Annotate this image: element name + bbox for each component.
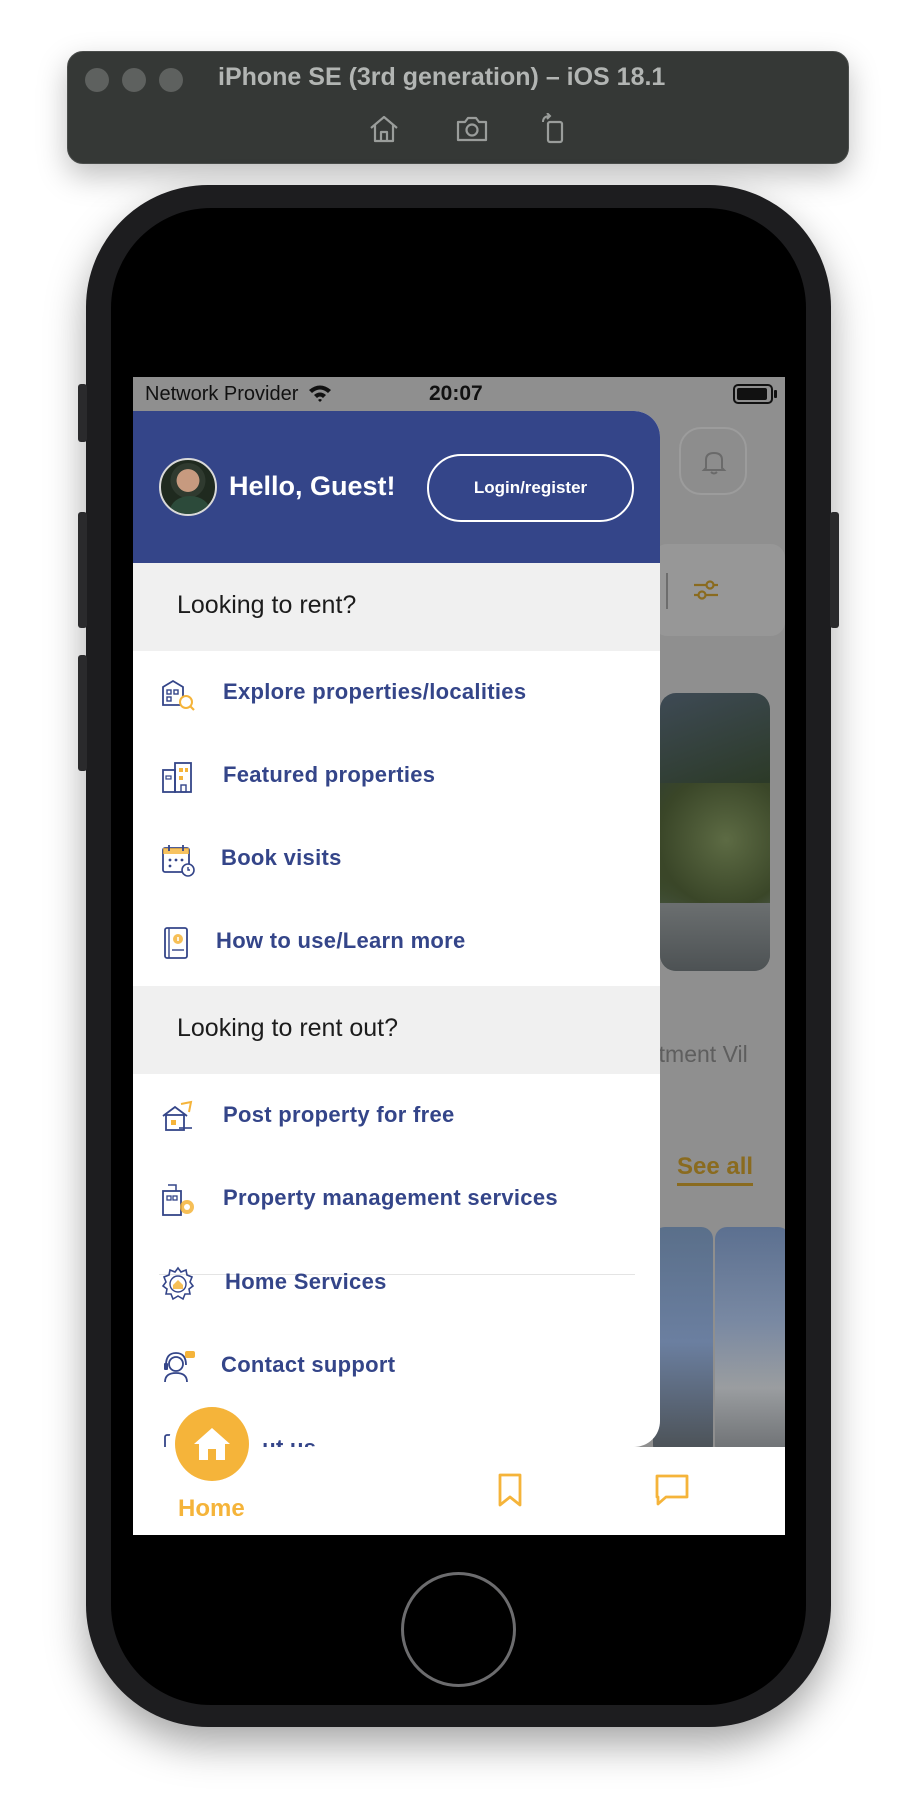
featured-property-image[interactable] [660, 693, 770, 971]
section-header-rent: Looking to rent? [133, 563, 660, 651]
volume-up-button [78, 512, 87, 628]
simulator-title: iPhone SE (3rd generation) – iOS 18.1 [218, 63, 666, 91]
rotate-icon[interactable] [538, 113, 572, 145]
bookmark-icon[interactable] [491, 1471, 529, 1509]
drawer-header: Hello, Guest! Login/register [133, 411, 660, 563]
menu-item-featured-properties[interactable]: Featured properties [133, 734, 660, 817]
menu-item-property-management[interactable]: Property management services [133, 1157, 660, 1240]
greeting-text: Hello, Guest! [229, 471, 396, 501]
menu-item-label: Post property for free [223, 1102, 455, 1127]
bell-icon [701, 451, 727, 475]
volume-down-button [78, 655, 87, 771]
section-title: Looking to rent? [177, 591, 357, 619]
search-divider [666, 573, 668, 609]
section-header-rent-out: Looking to rent out? [133, 986, 660, 1074]
property-management-icon [162, 1184, 194, 1216]
root: iPhone SE (3rd generation) – iOS 18.1 Ne… [0, 0, 916, 1812]
see-all-link[interactable]: See all [677, 1153, 754, 1186]
menu-item-label: Featured properties [223, 762, 436, 787]
menu-item-label: Contact support [221, 1352, 396, 1377]
window-minimize-dot[interactable] [122, 68, 146, 92]
property-search-icon [162, 679, 195, 711]
menu-item-label: Book visits [221, 845, 342, 870]
app-screen: Network Provider 20:07 rtment Vil See al… [133, 377, 785, 1535]
mute-switch [78, 384, 87, 442]
menu-item-label: Explore properties/localities [223, 679, 527, 704]
window-close-dot[interactable] [85, 68, 109, 92]
status-time: 20:07 [429, 382, 483, 405]
menu-item-label: Home Services [225, 1269, 387, 1294]
menu-item-how-to-use[interactable]: How to use/Learn more [133, 900, 660, 983]
home-icon[interactable] [367, 113, 401, 145]
menu-item-label: How to use/Learn more [216, 928, 466, 953]
phone-home-button[interactable] [401, 1572, 516, 1687]
post-property-icon [162, 1100, 193, 1131]
menu-item-post-property[interactable]: Post property for free [133, 1074, 660, 1157]
menu-item-book-visits[interactable]: Book visits [133, 817, 660, 900]
status-bar: Network Provider 20:07 [133, 377, 785, 411]
home-icon [194, 1428, 230, 1460]
home-services-icon [161, 1266, 195, 1301]
chat-icon[interactable] [653, 1471, 691, 1509]
calendar-icon [162, 845, 195, 877]
battery-tip [774, 390, 777, 398]
avatar[interactable] [159, 458, 217, 516]
screenshot-icon[interactable] [455, 113, 489, 145]
nav-home-button[interactable] [169, 1401, 255, 1487]
menu-item-contact-support[interactable]: Contact support [133, 1324, 660, 1407]
nav-home-label[interactable]: Home [178, 1495, 245, 1523]
section-title: Looking to rent out? [177, 1014, 398, 1042]
buildings-icon [162, 762, 192, 793]
menu-item-label: Property management services [223, 1185, 558, 1210]
carrier-label: Network Provider [145, 383, 332, 406]
menu-item-home-services[interactable]: Home Services [133, 1241, 660, 1324]
login-register-button[interactable]: Login/register [427, 454, 634, 522]
book-icon [164, 927, 188, 959]
notification-button[interactable] [679, 427, 747, 495]
filter-icon[interactable] [691, 575, 721, 605]
property-card-image[interactable] [715, 1227, 785, 1457]
category-tabs-fragment[interactable]: rtment Vil [651, 1041, 748, 1068]
window-zoom-dot[interactable] [159, 68, 183, 92]
property-card-image[interactable] [653, 1227, 713, 1457]
nav-home-circle [175, 1407, 249, 1481]
support-agent-icon [164, 1351, 195, 1383]
power-button [830, 512, 839, 628]
battery-icon [733, 384, 773, 404]
wifi-icon [308, 385, 331, 402]
menu-item-explore-properties[interactable]: Explore properties/localities [133, 651, 660, 734]
navigation-drawer: Hello, Guest! Login/register Looking to … [133, 411, 660, 1447]
